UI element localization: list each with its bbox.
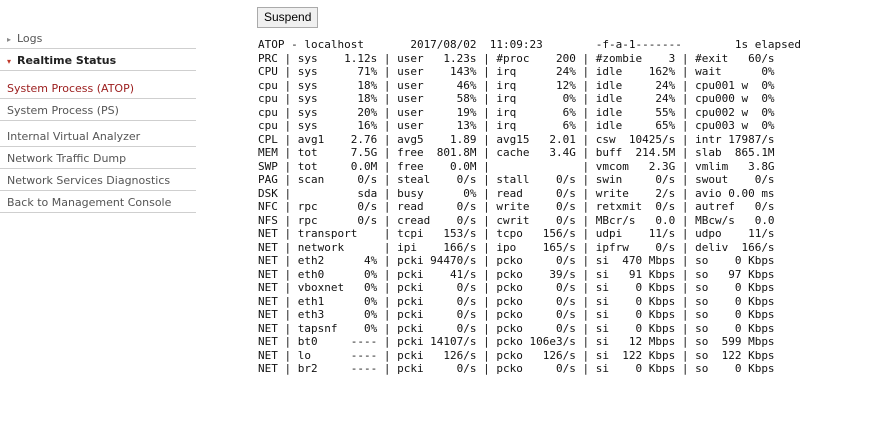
- sidebar-item-back-to-management-console[interactable]: Back to Management Console: [0, 192, 196, 213]
- atop-line: CPL | avg1 2.76 | avg5 1.89 | avg15 2.01…: [258, 132, 775, 146]
- atop-line: NET | network | ipi 166/s | ipo 165/s | …: [258, 240, 775, 254]
- atop-line: NET | eth3 0% | pcki 0/s | pcko 0/s | si…: [258, 308, 775, 321]
- sidebar-item-logs[interactable]: ▸ Logs: [0, 28, 196, 49]
- sidebar-item-label: Realtime Status: [17, 54, 117, 67]
- atop-line: NET | bt0 ---- | pcki 14107/s | pcko 106…: [258, 335, 775, 348]
- chevron-right-icon: ▸: [7, 35, 12, 44]
- atop-line: cpu | sys 16% | user 13% | irq 6% | idle…: [258, 119, 775, 132]
- sidebar-item-label: Logs: [17, 32, 43, 45]
- suspend-button[interactable]: Suspend: [257, 7, 319, 28]
- atop-line: cpu | sys 18% | user 58% | irq 0% | idle…: [258, 92, 775, 105]
- sidebar-item-label: System Process (PS): [7, 104, 119, 117]
- atop-line: NET | transport | tcpi 153/s | tcpo 156/…: [258, 227, 775, 240]
- sidebar-item-internal-virtual-analyzer[interactable]: Internal Virtual Analyzer: [0, 126, 196, 147]
- atop-line: NFC | rpc 0/s | read 0/s | write 0/s | r…: [258, 200, 775, 213]
- atop-line: NET | eth1 0% | pcki 0/s | pcko 0/s | si…: [258, 294, 775, 308]
- sidebar-item-system-process-ps[interactable]: System Process (PS): [0, 100, 196, 121]
- atop-line: NET | tapsnf 0% | pcki 0/s | pcko 0/s | …: [258, 321, 775, 335]
- sidebar-item-network-traffic-dump[interactable]: Network Traffic Dump: [0, 148, 196, 169]
- sidebar-item-realtime-status[interactable]: ▾ Realtime Status: [0, 50, 196, 71]
- sidebar-nav: ▸ Logs ▾ Realtime Status System Process (A…: [0, 0, 207, 448]
- atop-output: ATOP - localhost 2017/08/02 11:09:23 -f-…: [258, 38, 801, 376]
- atop-line: NET | br2 ---- | pcki 0/s | pcko 0/s | s…: [258, 362, 775, 375]
- atop-line: PAG | scan 0/s | steal 0/s | stall 0/s |…: [258, 173, 775, 186]
- sidebar-item-system-process-atop[interactable]: System Process (ATOP): [0, 78, 196, 99]
- sidebar-item-label: System Process (ATOP): [7, 82, 135, 95]
- atop-line: NET | eth0 0% | pcki 41/s | pcko 39/s | …: [258, 267, 775, 281]
- atop-line: NET | lo ---- | pcki 126/s | pcko 126/s …: [258, 348, 775, 362]
- atop-line: MEM | tot 7.5G | free 801.8M | cache 3.4…: [258, 146, 775, 159]
- atop-line: NET | eth2 4% | pcki 94470/s | pcko 0/s …: [258, 254, 775, 267]
- atop-line: cpu | sys 18% | user 46% | irq 12% | idl…: [258, 78, 775, 92]
- sidebar-item-label: Network Traffic Dump: [7, 152, 127, 165]
- atop-line: NET | vboxnet 0% | pcki 0/s | pcko 0/s |…: [258, 281, 775, 294]
- atop-line: cpu | sys 20% | user 19% | irq 6% | idle…: [258, 105, 775, 119]
- atop-line: DSK | sda | busy 0% | read 0/s | write 2…: [258, 186, 775, 200]
- atop-line: SWP | tot 0.0M | free 0.0M | | vmcom 2.3…: [258, 159, 775, 173]
- sidebar-item-label: Network Services Diagnostics: [7, 174, 171, 187]
- sidebar-item-network-services-diagnostics[interactable]: Network Services Diagnostics: [0, 170, 196, 191]
- sidebar-item-label: Internal Virtual Analyzer: [7, 130, 141, 143]
- atop-line: NFS | rpc 0/s | cread 0/s | cwrit 0/s | …: [258, 213, 775, 227]
- atop-line: ATOP - localhost 2017/08/02 11:09:23 -f-…: [258, 38, 802, 51]
- atop-line: CPU | sys 71% | user 143% | irq 24% | id…: [258, 65, 775, 78]
- chevron-down-icon: ▾: [7, 57, 12, 66]
- sidebar-item-label: Back to Management Console: [7, 196, 172, 209]
- atop-line: PRC | sys 1.12s | user 1.23s | #proc 200…: [258, 51, 775, 65]
